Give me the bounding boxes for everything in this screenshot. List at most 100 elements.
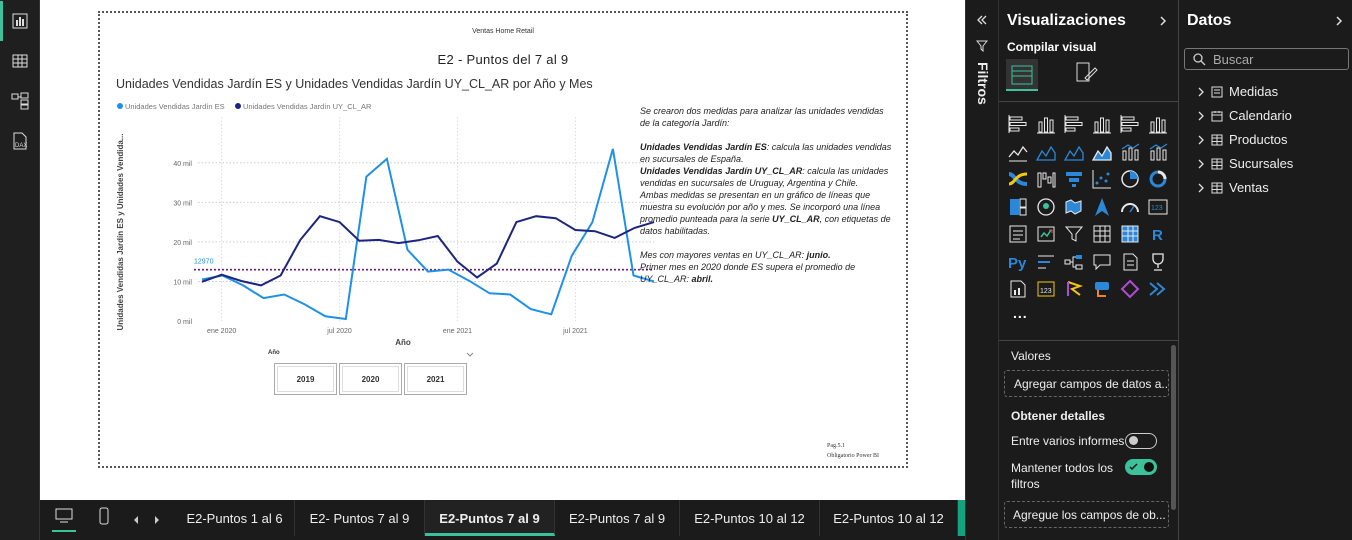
gauge-icon[interactable] — [1120, 197, 1140, 217]
matrix-icon[interactable] — [1120, 224, 1140, 244]
stacked-area-icon[interactable] — [1064, 142, 1084, 162]
clustered-column-icon[interactable] — [1092, 114, 1112, 134]
more-visuals-button[interactable]: ... — [1013, 305, 1028, 321]
slicer-option-2021[interactable]: 2021 — [404, 363, 467, 395]
expand-chevron-icon[interactable] — [1197, 87, 1205, 97]
visualizations-pane: Visualizaciones Compilar visual 123 R Py 12… — [998, 0, 1178, 540]
chevron-right-icon[interactable] — [1335, 16, 1343, 26]
keep-filters-toggle[interactable] — [1125, 459, 1157, 475]
table-item-productos[interactable]: Productos — [1197, 132, 1288, 147]
desktop-layout-button[interactable] — [52, 506, 76, 532]
100-stacked-area-icon[interactable] — [1092, 142, 1112, 162]
clustered-bar-icon[interactable] — [1064, 114, 1084, 134]
table-item-medidas[interactable]: Medidas — [1197, 84, 1278, 99]
filters-label: Filtros — [975, 62, 991, 105]
100-stacked-bar-icon[interactable] — [1120, 114, 1140, 134]
table-visual-icon[interactable] — [1092, 224, 1112, 244]
description-paragraph-2: Ambas medidas se presentan en un gráfico… — [640, 190, 891, 236]
expand-chevron-icon[interactable] — [1197, 135, 1205, 145]
pie-chart-icon[interactable] — [1120, 169, 1140, 189]
tab-3[interactable]: E2-Puntos 7 al 9 — [425, 500, 555, 536]
series-line-2[interactable] — [201, 215, 655, 287]
y-axis-label: Unidades Vendidas Jardín ES y Unidades V… — [116, 134, 125, 331]
slicer-option-2020[interactable]: 2020 — [339, 363, 402, 395]
legend-label[interactable]: Unidades Vendidas Jardín UY_CL_AR — [243, 102, 372, 111]
stacked-column-icon[interactable] — [1036, 114, 1056, 134]
description-textbox[interactable]: Se crearon dos medidas para analizar las… — [640, 105, 895, 285]
chevrons-visual-icon[interactable] — [1148, 279, 1168, 299]
100-stacked-column-icon[interactable] — [1148, 114, 1168, 134]
footer-page-number: Pag.5.1 — [827, 443, 845, 449]
area-chart-icon[interactable] — [1036, 142, 1056, 162]
format-visual-tab[interactable] — [1074, 60, 1104, 90]
expand-chevron-icon[interactable] — [1197, 111, 1205, 121]
next-page-button[interactable] — [153, 512, 163, 524]
model-view-button[interactable] — [6, 87, 34, 115]
dax-query-view-button[interactable]: DAX — [6, 127, 34, 155]
line-stacked-column-icon[interactable] — [1148, 142, 1168, 162]
build-visual-tab[interactable] — [1006, 59, 1038, 91]
slicer-option-2019[interactable]: 2019 — [274, 363, 337, 395]
chart-visual[interactable]: Unidades Vendidas Jardín ES y Unidades V… — [116, 75, 656, 355]
narrative-icon[interactable] — [1120, 252, 1140, 272]
search-input[interactable] — [1213, 51, 1343, 67]
chevron-right-icon[interactable] — [1159, 16, 1167, 26]
table-item-sucursales[interactable]: Sucursales — [1197, 156, 1293, 171]
scatter-icon[interactable] — [1092, 169, 1112, 189]
goals-icon[interactable] — [1148, 252, 1168, 272]
table-view-button[interactable] — [6, 47, 34, 75]
tab-4[interactable]: E2-Puntos 7 al 9 — [555, 500, 680, 536]
treemap-icon[interactable] — [1008, 197, 1028, 217]
ribbon-chart-icon[interactable] — [1008, 169, 1028, 189]
viz-pane-scrollbar[interactable] — [1171, 345, 1176, 510]
double-chevron-left-icon[interactable] — [977, 15, 987, 25]
card-icon[interactable]: 123 — [1148, 197, 1168, 217]
multi-row-card-icon[interactable] — [1008, 224, 1028, 244]
azure-map-icon[interactable] — [1092, 197, 1112, 217]
drillthrough-dropzone[interactable]: Agregue los campos de ob... — [1004, 501, 1169, 528]
decomposition-tree-icon[interactable] — [1064, 252, 1084, 272]
tab-1[interactable]: E2-Puntos 1 al 6 — [175, 500, 295, 536]
expand-chevron-icon[interactable] — [1197, 159, 1205, 169]
previous-page-button[interactable] — [132, 512, 142, 524]
legend-label[interactable]: Unidades Vendidas Jardín ES — [125, 102, 225, 111]
card-new-icon[interactable]: 123 — [1036, 279, 1056, 299]
qa-icon[interactable] — [1092, 252, 1112, 272]
tab-5[interactable]: E2-Puntos 10 al 12 — [680, 500, 820, 536]
divider — [999, 340, 1178, 341]
slicer-icon[interactable] — [1064, 224, 1084, 244]
map-icon[interactable] — [1036, 197, 1056, 217]
data-search-box[interactable] — [1184, 48, 1349, 70]
donut-chart-icon[interactable] — [1148, 169, 1168, 189]
tab-6[interactable]: E2-Puntos 10 al 12 — [820, 500, 958, 536]
y-tick-label: 40 mil — [173, 161, 192, 168]
cross-report-toggle[interactable] — [1125, 433, 1157, 449]
average-line-label: 12970 — [194, 259, 214, 266]
values-dropzone[interactable]: Agregar campos de datos a... — [1004, 370, 1169, 397]
funnel-icon[interactable] — [1064, 169, 1084, 189]
filters-pane-collapsed[interactable]: Filtros — [965, 0, 998, 540]
r-visual-icon[interactable]: R — [1148, 224, 1168, 244]
table-item-ventas[interactable]: Ventas — [1197, 180, 1269, 195]
kpi-icon[interactable] — [1036, 224, 1056, 244]
diamond-visual-icon[interactable] — [1120, 279, 1140, 299]
python-visual-icon[interactable]: Py — [1008, 252, 1028, 272]
power-apps-icon[interactable] — [1064, 279, 1084, 299]
mobile-layout-button[interactable] — [98, 507, 112, 529]
chevron-down-icon[interactable] — [466, 352, 474, 358]
report-view-button[interactable] — [0, 1, 34, 41]
line-clustered-column-icon[interactable] — [1120, 142, 1140, 162]
build-visual-label: Compilar visual — [1007, 40, 1097, 54]
filled-map-icon[interactable] — [1064, 197, 1084, 217]
series-line-1[interactable] — [201, 148, 655, 321]
waterfall-icon[interactable] — [1036, 169, 1056, 189]
year-slicer[interactable]: Año 2019 2020 2021 — [266, 350, 476, 400]
tab-2[interactable]: E2- Puntos 7 al 9 — [295, 500, 425, 536]
table-item-calendario[interactable]: Calendario — [1197, 108, 1292, 123]
line-chart-icon[interactable] — [1008, 142, 1028, 162]
key-influencers-icon[interactable] — [1036, 252, 1056, 272]
paginated-report-icon[interactable] — [1008, 279, 1028, 299]
expand-chevron-icon[interactable] — [1197, 183, 1205, 193]
stacked-bar-icon[interactable] — [1008, 114, 1028, 134]
power-automate-icon[interactable] — [1092, 279, 1112, 299]
